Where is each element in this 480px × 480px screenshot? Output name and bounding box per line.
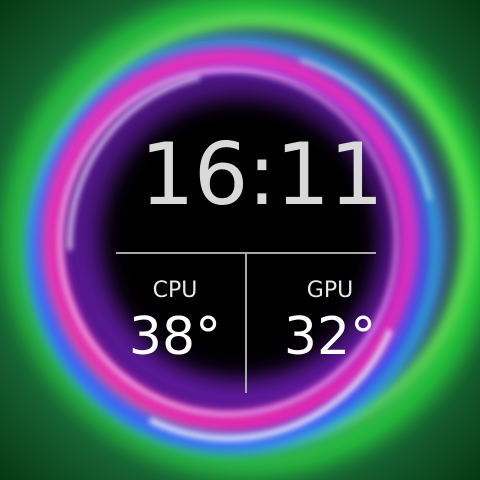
vertical-divider <box>245 253 247 393</box>
cpu-label: CPU <box>152 278 198 303</box>
gpu-label: GPU <box>306 278 354 303</box>
neon-ring-background <box>0 0 480 480</box>
gpu-temperature: 32° <box>283 307 377 367</box>
gpu-stat: GPU 32° <box>265 276 395 368</box>
watch-face: 16:11 CPU 38° GPU 32° <box>0 0 480 480</box>
clock-time: 16:11 <box>140 125 384 225</box>
cpu-temperature: 38° <box>128 307 222 367</box>
cpu-stat: CPU 38° <box>110 276 240 368</box>
